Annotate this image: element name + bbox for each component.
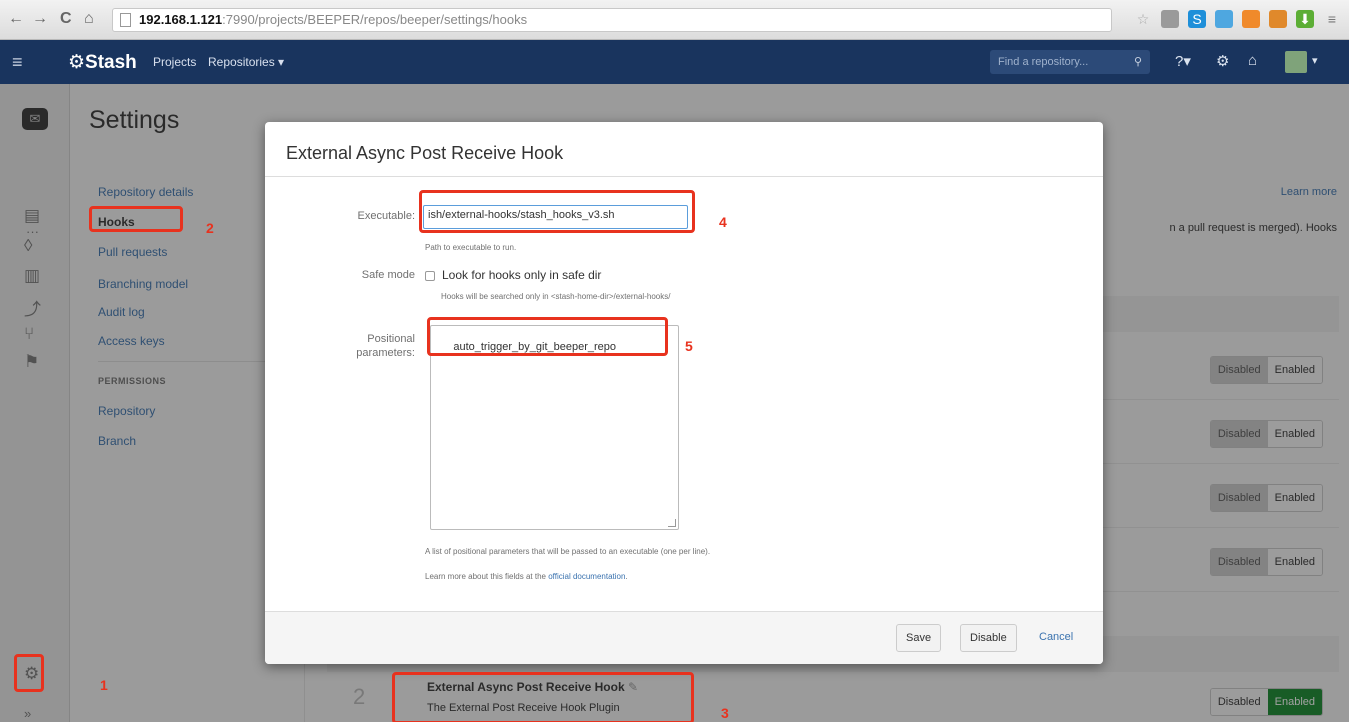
annotation-box-hooks	[89, 206, 183, 232]
positional-hint: A list of positional parameters that wil…	[425, 547, 711, 556]
stash-header: ≡ ⚙Stash Projects Repositories ▾ Find a …	[0, 40, 1349, 84]
cancel-button[interactable]: Cancel	[1039, 631, 1073, 643]
star-icon[interactable]: ☆	[1134, 10, 1152, 28]
stash-logo[interactable]: ⚙Stash	[68, 51, 137, 74]
url-path: :7990/projects/BEEPER/repos/beeper/setti…	[222, 12, 528, 27]
documentation-end: .	[625, 572, 628, 581]
annotation-number-4: 4	[719, 214, 727, 230]
extension-icon-3[interactable]	[1242, 10, 1260, 28]
browser-toolbar: ← → C ⌂ 192.168.1.121:7990/projects/BEEP…	[0, 0, 1349, 40]
stash-logo-icon: ⚙	[68, 52, 86, 73]
safe-mode-hint: Hooks will be searched only in <stash-ho…	[441, 292, 671, 301]
annotation-box-positional	[427, 317, 668, 356]
user-menu-chevron-icon[interactable]: ▾	[1312, 54, 1318, 67]
documentation-note: Learn more about this fields at the offi…	[425, 572, 628, 581]
annotation-box-external-hook	[392, 672, 694, 722]
safe-mode-checkbox-label[interactable]: Look for hooks only in safe dir	[442, 268, 601, 282]
annotation-number-5: 5	[685, 338, 693, 354]
nav-repositories[interactable]: Repositories ▾	[208, 55, 284, 69]
disable-button[interactable]: Disable	[960, 624, 1017, 652]
menu-icon[interactable]: ≡	[1323, 10, 1341, 28]
dialog-body: Executable: ish/external-hooks/stash_hoo…	[265, 176, 1103, 611]
find-repository-placeholder: Find a repository...	[998, 56, 1089, 68]
admin-gear-icon[interactable]: ⚙	[1216, 52, 1229, 70]
extension-icon-1[interactable]	[1161, 10, 1179, 28]
dialog-footer: Save Disable Cancel	[265, 611, 1103, 664]
help-icon[interactable]: ?▾	[1175, 52, 1191, 70]
back-arrow-icon[interactable]: ←	[8, 10, 24, 28]
official-documentation-link[interactable]: official documentation	[548, 572, 625, 581]
url-host: 192.168.1.121	[139, 12, 223, 27]
download-icon[interactable]: ⬇	[1296, 10, 1314, 28]
extension-icon-2[interactable]	[1215, 10, 1233, 28]
documentation-text: Learn more about this fields at the	[425, 572, 549, 581]
page-icon	[120, 13, 131, 27]
home-icon[interactable]: ⌂	[84, 10, 94, 28]
skype-icon[interactable]: S	[1188, 10, 1206, 28]
annotation-number-1: 1	[100, 677, 108, 693]
nav-projects[interactable]: Projects	[153, 55, 196, 69]
app-menu-icon[interactable]: ≡	[12, 52, 23, 73]
positional-label: Positional	[367, 333, 415, 345]
executable-hint: Path to executable to run.	[425, 243, 517, 252]
annotation-number-2: 2	[206, 220, 214, 236]
find-repository-input[interactable]: Find a repository... ⚲	[990, 50, 1150, 74]
extension-icons: ☆ S ⬇ ≡	[1134, 10, 1341, 28]
annotation-number-3: 3	[721, 705, 729, 721]
stash-logo-text: Stash	[85, 52, 137, 73]
positional-label-line2: parameters:	[356, 347, 415, 359]
user-avatar[interactable]	[1285, 51, 1307, 73]
safe-mode-label: Safe mode	[361, 269, 415, 281]
dialog-title: External Async Post Receive Hook	[286, 143, 564, 163]
executable-label: Executable:	[357, 210, 415, 222]
forward-arrow-icon[interactable]: →	[32, 10, 48, 28]
safe-mode-checkbox[interactable]	[425, 271, 435, 281]
reload-icon[interactable]: C	[60, 10, 72, 28]
search-icon: ⚲	[1133, 56, 1142, 68]
annotation-box-executable	[419, 190, 695, 233]
address-bar[interactable]: 192.168.1.121:7990/projects/BEEPER/repos…	[112, 8, 1112, 32]
annotation-box-settings	[14, 654, 44, 692]
save-button[interactable]: Save	[896, 624, 942, 652]
extension-icon-4[interactable]	[1269, 10, 1287, 28]
resize-handle-icon[interactable]	[668, 519, 676, 527]
inbox-icon[interactable]: ⌂	[1248, 52, 1257, 69]
